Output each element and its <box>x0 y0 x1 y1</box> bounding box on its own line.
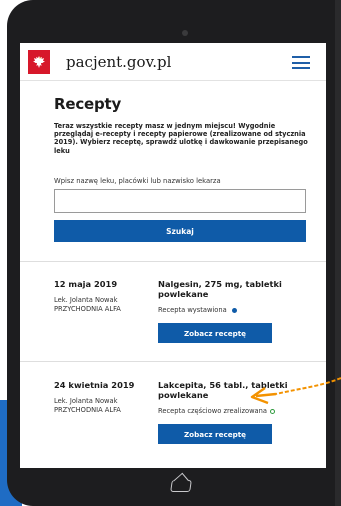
tablet-edge <box>335 0 341 506</box>
polish-eagle-emblem-icon[interactable] <box>28 50 50 74</box>
intro-text: Teraz wszystkie recepty masz w jednym mi… <box>54 122 308 155</box>
prescription-date: 12 maja 2019 <box>54 279 118 289</box>
prescription-doctor: Lek. Jolanta Nowak <box>54 296 118 304</box>
search-label: Wpisz nazwę leku, placówki lub nazwisko … <box>54 177 221 185</box>
prescription-clinic: PRZYCHODNIA ALFA <box>54 406 121 414</box>
main-content: Recepty Teraz wszystkie recepty masz w j… <box>54 95 314 242</box>
view-prescription-button[interactable]: Zobacz receptę <box>158 424 272 444</box>
section-divider <box>20 361 326 362</box>
annotation-arrow-icon <box>250 377 341 405</box>
search-button[interactable]: Szukaj <box>54 220 306 242</box>
prescription-status: Recepta wystawiona <box>158 306 237 314</box>
section-divider <box>20 261 326 262</box>
status-issued-dot-icon <box>231 307 237 313</box>
hamburger-menu-icon[interactable] <box>292 56 310 69</box>
prescription-clinic: PRZYCHODNIA ALFA <box>54 305 121 313</box>
prescription-drug: Nalgesin, 275 mg, tabletki powlekane <box>158 279 282 299</box>
camera-icon <box>182 30 188 36</box>
prescription-doctor: Lek. Jolanta Nowak <box>54 397 118 405</box>
site-title[interactable]: pacjent.gov.pl <box>66 53 171 71</box>
prescription-status-label: Recepta wystawiona <box>158 306 227 314</box>
home-icon[interactable] <box>170 480 192 492</box>
page-title: Recepty <box>54 95 122 113</box>
view-prescription-button[interactable]: Zobacz receptę <box>158 323 272 343</box>
prescription-date: 24 kwietnia 2019 <box>54 380 135 390</box>
site-header: pacjent.gov.pl <box>20 43 326 81</box>
prescription-item: 12 maja 2019 Lek. Jolanta Nowak PRZYCHOD… <box>20 279 326 379</box>
search-input[interactable] <box>54 189 306 213</box>
tablet-frame: pacjent.gov.pl Recepty Teraz wszystkie r… <box>7 0 341 506</box>
